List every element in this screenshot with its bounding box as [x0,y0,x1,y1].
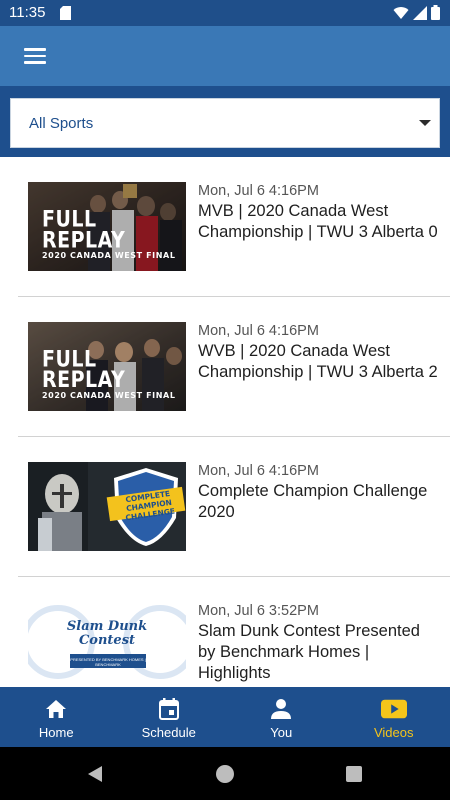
video-thumbnail: COMPLETE CHAMPION CHALLENGE [28,462,186,551]
battery-icon [431,5,440,20]
video-date: Mon, Jul 6 3:52PM [198,603,319,619]
video-thumbnail: FULL REPLAY 2020 CANADA WEST FINAL [28,182,186,271]
video-item[interactable]: FULL REPLAY 2020 CANADA WEST FINAL Mon, … [18,297,450,437]
sport-filter-value: All Sports [29,115,94,132]
menu-icon [24,48,46,51]
video-info: Mon, Jul 6 4:16PM MVB | 2020 Canada West… [198,181,438,243]
video-thumbnail: FULL REPLAY 2020 CANADA WEST FINAL [28,322,186,411]
tab-schedule[interactable]: Schedule [113,687,226,747]
video-list[interactable]: FULL REPLAY 2020 CANADA WEST FINAL Mon, … [0,157,450,687]
thumbnail-title: FULL REPLAY [42,347,126,393]
home-button[interactable] [216,765,234,783]
bottom-navigation: Home Schedule You Videos [0,687,450,747]
video-item[interactable]: COMPLETE CHAMPION CHALLENGE Mon, Jul 6 4… [18,437,450,577]
calendar-icon [156,696,182,722]
thumbnail-subtitle: 2020 CANADA WEST FINAL [42,251,176,260]
video-title: Slam Dunk Contest Presented by Benchmark… [198,622,420,682]
tab-videos-label: Videos [373,725,414,740]
status-icons [393,5,440,20]
recent-apps-button[interactable] [346,766,362,782]
tab-you[interactable]: You [225,687,338,747]
dropdown-arrow-icon [419,120,431,126]
video-item[interactable]: FULL REPLAY 2020 CANADA WEST FINAL Mon, … [18,157,450,297]
video-icon [380,696,407,722]
video-title: WVB | 2020 Canada West Championship | TW… [198,342,438,381]
sd-card-icon [60,6,71,20]
sport-filter-dropdown[interactable]: All Sports [10,98,440,148]
person-icon [268,696,294,722]
app-bar [0,26,450,86]
menu-button[interactable] [14,42,56,70]
video-info: Mon, Jul 6 3:52PM Slam Dunk Contest Pres… [198,601,438,684]
tab-you-label: You [270,725,293,740]
thumbnail-subtitle: PRESENTED BY BENCHMARK HOMES | BENCHMARK [70,657,146,667]
video-info: Mon, Jul 6 4:16PM WVB | 2020 Canada West… [198,321,438,383]
video-date: Mon, Jul 6 4:16PM [198,463,319,479]
video-info: Mon, Jul 6 4:16PM Complete Champion Chal… [198,461,438,523]
home-icon [43,696,69,722]
tab-videos[interactable]: Videos [338,687,450,747]
video-item[interactable]: Slam Dunk Contest PRESENTED BY BENCHMARK… [18,577,450,687]
system-navigation-bar [0,747,450,800]
video-date: Mon, Jul 6 4:16PM [198,183,319,199]
tab-home[interactable]: Home [0,687,113,747]
back-icon[interactable] [86,765,104,783]
video-title: Complete Champion Challenge 2020 [198,482,428,521]
status-bar: 11:35 [0,0,450,26]
filter-bar: All Sports [0,86,450,157]
thumbnail-title: Slam Dunk Contest [66,619,148,648]
thumbnail-title: FULL REPLAY [42,207,126,253]
tab-home-label: Home [38,725,74,740]
video-date: Mon, Jul 6 4:16PM [198,323,319,339]
thumbnail-subtitle: 2020 CANADA WEST FINAL [42,391,176,400]
wifi-icon [393,6,409,19]
video-title: MVB | 2020 Canada West Championship | TW… [198,202,438,241]
cell-signal-icon [413,5,427,20]
video-thumbnail: Slam Dunk Contest PRESENTED BY BENCHMARK… [28,602,186,687]
tab-schedule-label: Schedule [141,725,196,740]
status-time: 11:35 [9,4,46,21]
